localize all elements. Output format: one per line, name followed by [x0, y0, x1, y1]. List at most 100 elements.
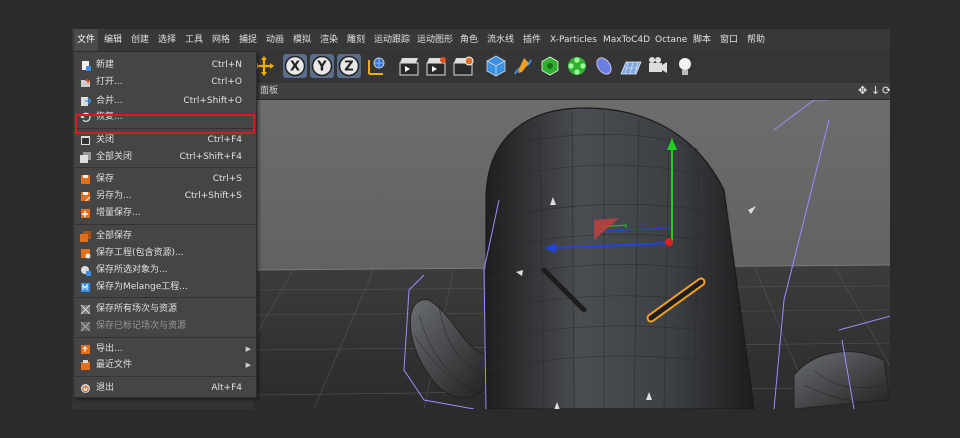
file-menu-item[interactable]: 全部关闭 Ctrl+Shift+F4: [74, 149, 256, 166]
file-menu-item[interactable]: 保存所选对象为...: [74, 262, 256, 279]
file-menu-dropdown: 新建 Ctrl+N 打开... Ctrl+O 合并... Ctrl+Shift+O 恢复..…: [73, 51, 257, 398]
file-menu-item-shortcut: Ctrl+S: [212, 174, 242, 184]
render-view-button[interactable]: [397, 54, 421, 78]
file-menu-item-label: 另存为...: [96, 191, 132, 201]
file-menu-item-shortcut: Ctrl+O: [211, 77, 242, 87]
file-menu-item-shortcut: Alt+F4: [211, 383, 242, 393]
file-menu-item[interactable]: 保存所有场次与资源: [74, 301, 256, 318]
menu-14[interactable]: 流水线: [484, 29, 517, 51]
axis-z-icon: Z: [338, 55, 360, 77]
menu-7[interactable]: 动画: [263, 29, 287, 51]
dolly-view-icon[interactable]: ↓: [871, 84, 880, 98]
menu-2[interactable]: 创建: [128, 29, 152, 51]
file-menu-item[interactable]: 另存为... Ctrl+Shift+S: [74, 188, 256, 205]
render-settings-button[interactable]: [451, 54, 475, 78]
svg-text:X: X: [290, 60, 300, 75]
axis-z-button[interactable]: Z: [337, 54, 361, 78]
cinema4d-window: 文件 编辑 创建 选择 工具 网格 捕捉 动画 模拟 渲染 雕刻 运动跟踪 运动图形 角色 流水线 插件 X-P…: [72, 29, 890, 409]
viewport-header: 面板 ✥ ↓ ⟳: [254, 83, 890, 100]
file-menu-item[interactable]: 打开... Ctrl+O: [74, 74, 256, 91]
cube-button[interactable]: [484, 54, 508, 78]
file-menu-item-label: 退出: [96, 383, 115, 393]
menu-15[interactable]: 插件: [520, 29, 544, 51]
file-menu-item[interactable]: 新建 Ctrl+N: [74, 57, 256, 74]
move-view-icon[interactable]: ✥: [858, 84, 867, 98]
save-takes-icon: [80, 304, 91, 315]
file-menu-item[interactable]: 关闭 Ctrl+F4: [74, 132, 256, 149]
coordinate-system-button[interactable]: [364, 54, 388, 78]
menu-separator: [74, 297, 256, 298]
floor-button[interactable]: [619, 54, 643, 78]
file-menu-item[interactable]: 退出 Alt+F4: [74, 380, 256, 397]
3d-viewport[interactable]: [254, 100, 890, 409]
cloner-button[interactable]: [565, 54, 589, 78]
save-selected-icon: [80, 265, 91, 276]
menu-17[interactable]: MaxToC4D: [600, 29, 653, 51]
clapper-icon: [399, 58, 419, 76]
save-icon: [80, 174, 91, 185]
menu-13[interactable]: 角色: [457, 29, 481, 51]
menu-5[interactable]: 网格: [209, 29, 233, 51]
menu-16[interactable]: X-Particles: [547, 29, 600, 51]
file-menu-item-shortcut: Ctrl+F4: [207, 135, 242, 145]
file-menu-item[interactable]: 保存为Melange工程...: [74, 279, 256, 296]
deformer-button[interactable]: [592, 54, 616, 78]
menu-10[interactable]: 雕刻: [344, 29, 368, 51]
cloner-icon: [568, 57, 586, 75]
file-menu-item[interactable]: 最近文件 ▶: [74, 357, 256, 374]
menu-11[interactable]: 运动跟踪: [371, 29, 413, 51]
merge-icon: [80, 96, 92, 107]
menu-8[interactable]: 模拟: [290, 29, 314, 51]
menu-20[interactable]: 窗口: [717, 29, 741, 51]
menu-separator: [74, 376, 256, 377]
axis-x-button[interactable]: X: [283, 54, 307, 78]
light-button[interactable]: [673, 54, 697, 78]
pen-spline-button[interactable]: [511, 54, 535, 78]
menu-9[interactable]: 渲染: [317, 29, 341, 51]
menu-4[interactable]: 工具: [182, 29, 206, 51]
menu-3[interactable]: 选择: [155, 29, 179, 51]
menu-1[interactable]: 编辑: [101, 29, 125, 51]
file-menu-item[interactable]: 保存 Ctrl+S: [74, 171, 256, 188]
viewport-panel-menu[interactable]: 面板: [260, 83, 278, 99]
file-menu-item[interactable]: 保存工程(包含资源)...: [74, 245, 256, 262]
file-menu-item-label: 新建: [96, 60, 115, 70]
file-menu-item[interactable]: 全部保存: [74, 228, 256, 245]
file-menu-item[interactable]: 导出... ▶: [74, 341, 256, 358]
scene-canvas: [254, 100, 890, 409]
open-folder-icon: [80, 77, 91, 88]
render-picture-viewer-button[interactable]: [424, 54, 448, 78]
file-menu-item: 保存已标记场次与资源: [74, 318, 256, 335]
file-menu-item-label: 全部关闭: [96, 152, 133, 162]
submenu-arrow-icon: ▶: [245, 345, 251, 353]
file-menu-item-label: 保存所选对象为...: [96, 265, 168, 275]
menu-separator: [74, 224, 256, 225]
file-menu-item-shortcut: Ctrl+Shift+F4: [179, 152, 242, 162]
file-menu-item-label: 全部保存: [96, 231, 133, 241]
file-menu-item-label: 打开...: [96, 77, 123, 87]
subdivision-surface-button[interactable]: [538, 54, 562, 78]
axis-y-button[interactable]: Y: [310, 54, 334, 78]
save-as-icon: [80, 191, 91, 202]
menu-18[interactable]: Octane: [652, 29, 690, 51]
save-all-icon: [80, 231, 91, 242]
pen-icon: [514, 58, 532, 75]
menu-12[interactable]: 运动图形: [414, 29, 456, 51]
file-menu-item-shortcut: Ctrl+Shift+O: [183, 96, 242, 106]
submenu-arrow-icon: ▶: [245, 361, 251, 369]
menu-6[interactable]: 捕捉: [236, 29, 260, 51]
camera-button[interactable]: [646, 54, 670, 78]
menu-separator: [74, 337, 256, 338]
close-doc-icon: [80, 135, 91, 146]
menu-19[interactable]: 脚本: [690, 29, 714, 51]
file-menu-item[interactable]: 合并... Ctrl+Shift+O: [74, 93, 256, 110]
file-menu-item[interactable]: 增量保存...: [74, 205, 256, 222]
menu-0[interactable]: 文件: [74, 29, 99, 51]
menu-bar: 文件 编辑 创建 选择 工具 网格 捕捉 动画 模拟 渲染 雕刻 运动跟踪 运动图形 角色 流水线 插件 X-P…: [72, 29, 890, 52]
rotate-view-icon[interactable]: ⟳: [882, 84, 890, 98]
close-all-icon: [80, 152, 91, 163]
file-menu-item-label: 保存为Melange工程...: [96, 282, 188, 292]
file-menu-item-shortcut: Ctrl+N: [211, 60, 242, 70]
menu-21[interactable]: 帮助: [744, 29, 768, 51]
incremental-save-icon: [80, 208, 91, 219]
